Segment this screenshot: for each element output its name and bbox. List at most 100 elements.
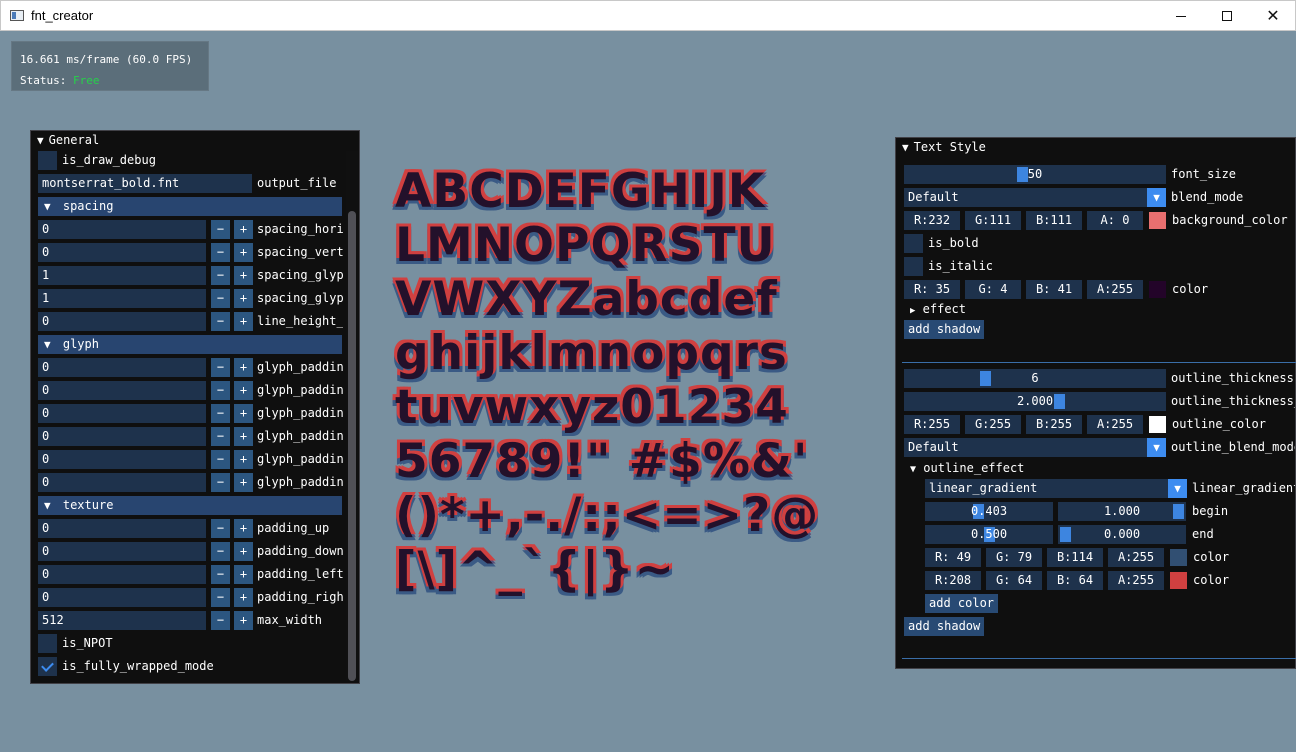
texture-increment-button[interactable]: + — [234, 611, 253, 630]
glyph-value-input[interactable]: 0 — [38, 358, 206, 377]
general-scrollbar[interactable] — [346, 151, 358, 681]
text-color-b-channel-input[interactable]: B: 41 — [1026, 280, 1082, 299]
texture-value-input[interactable]: 512 — [38, 611, 206, 630]
gradient-color-1-a-channel-input[interactable]: A:255 — [1108, 548, 1164, 567]
spacing-decrement-button[interactable]: − — [211, 312, 230, 331]
gradient-color-1-color-swatch[interactable] — [1170, 549, 1187, 566]
glyph-decrement-button[interactable]: − — [211, 358, 230, 377]
background-color-color-swatch[interactable] — [1149, 212, 1166, 229]
text-color-color-swatch[interactable] — [1149, 281, 1166, 298]
begin-y-slider[interactable]: 1.000 — [1058, 502, 1186, 521]
texture-value-input[interactable]: 0 — [38, 565, 206, 584]
glyph-increment-button[interactable]: + — [234, 450, 253, 469]
end-x-slider[interactable]: 0.500 — [925, 525, 1053, 544]
gradient-color-1-g-channel-input[interactable]: G: 79 — [986, 548, 1042, 567]
texture-value-input[interactable]: 0 — [38, 519, 206, 538]
background-color-b-channel-input[interactable]: B:111 — [1026, 211, 1082, 230]
general-header[interactable]: ▼ General — [31, 131, 359, 149]
spacing-increment-button[interactable]: + — [234, 312, 253, 331]
end-y-slider[interactable]: 0.000 — [1058, 525, 1186, 544]
background-color-g-channel-input[interactable]: G:111 — [965, 211, 1021, 230]
gradient-color-2-r-channel-input[interactable]: R:208 — [925, 571, 981, 590]
glyph-decrement-button[interactable]: − — [211, 381, 230, 400]
gradient-color-2-g-channel-input[interactable]: G: 64 — [986, 571, 1042, 590]
spacing-decrement-button[interactable]: − — [211, 266, 230, 285]
text-color-g-channel-input[interactable]: G: 4 — [965, 280, 1021, 299]
glyph-decrement-button[interactable]: − — [211, 404, 230, 423]
texture-section-header[interactable]: ▼ texture — [38, 496, 342, 515]
blend-mode-select[interactable]: Default ▼ — [904, 188, 1166, 207]
text-style-header[interactable]: ▼ Text Style — [896, 138, 1295, 156]
outline-effect-tree-node[interactable]: ▼ outline_effect — [910, 459, 1024, 478]
glyph-value-input[interactable]: 0 — [38, 473, 206, 492]
spacing-value-input[interactable]: 1 — [38, 289, 206, 308]
font-size-slider[interactable]: 50 — [904, 165, 1166, 184]
minimize-button[interactable] — [1158, 1, 1204, 31]
add-shadow-button-2[interactable]: add shadow — [904, 617, 985, 636]
spacing-value-input[interactable]: 1 — [38, 266, 206, 285]
text-color-a-channel-input[interactable]: A:255 — [1087, 280, 1143, 299]
glyph-increment-button[interactable]: + — [234, 381, 253, 400]
spacing-increment-button[interactable]: + — [234, 243, 253, 262]
texture-value-input[interactable]: 0 — [38, 542, 206, 561]
texture-value-input[interactable]: 0 — [38, 588, 206, 607]
is-fully-wrapped-mode-checkbox[interactable] — [38, 657, 57, 676]
glyph-decrement-button[interactable]: − — [211, 450, 230, 469]
glyph-increment-button[interactable]: + — [234, 358, 253, 377]
texture-decrement-button[interactable]: − — [211, 611, 230, 630]
glyph-value-input[interactable]: 0 — [38, 450, 206, 469]
texture-decrement-button[interactable]: − — [211, 519, 230, 538]
glyph-value-input[interactable]: 0 — [38, 404, 206, 423]
spacing-increment-button[interactable]: + — [234, 266, 253, 285]
glyph-increment-button[interactable]: + — [234, 427, 253, 446]
spacing-value-input[interactable]: 0 — [38, 243, 206, 262]
texture-increment-button[interactable]: + — [234, 588, 253, 607]
gradient-color-1-r-channel-input[interactable]: R: 49 — [925, 548, 981, 567]
texture-decrement-button[interactable]: − — [211, 542, 230, 561]
glyph-value-input[interactable]: 0 — [38, 381, 206, 400]
effect-tree-node[interactable]: ▶ effect — [910, 300, 966, 319]
spacing-increment-button[interactable]: + — [234, 289, 253, 308]
begin-x-slider[interactable]: 0.403 — [925, 502, 1053, 521]
texture-decrement-button[interactable]: − — [211, 588, 230, 607]
spacing-decrement-button[interactable]: − — [211, 220, 230, 239]
outline-effect-type-select[interactable]: linear_gradient ▼ — [925, 479, 1187, 498]
spacing-section-header[interactable]: ▼ spacing — [38, 197, 342, 216]
outline-blend-mode-select[interactable]: Default ▼ — [904, 438, 1166, 457]
outline-color-b-channel-input[interactable]: B:255 — [1026, 415, 1082, 434]
spacing-increment-button[interactable]: + — [234, 220, 253, 239]
is-draw-debug-checkbox[interactable] — [38, 151, 57, 170]
add-color-button[interactable]: add color — [925, 594, 999, 613]
add-shadow-button-1[interactable]: add shadow — [904, 320, 985, 339]
glyph-decrement-button[interactable]: − — [211, 473, 230, 492]
texture-decrement-button[interactable]: − — [211, 565, 230, 584]
spacing-decrement-button[interactable]: − — [211, 243, 230, 262]
glyph-section-header[interactable]: ▼ glyph — [38, 335, 342, 354]
texture-increment-button[interactable]: + — [234, 519, 253, 538]
glyph-increment-button[interactable]: + — [234, 404, 253, 423]
is-italic-checkbox[interactable] — [904, 257, 923, 276]
spacing-decrement-button[interactable]: − — [211, 289, 230, 308]
close-button[interactable]: ✕ — [1250, 1, 1296, 31]
output-file-input[interactable]: montserrat_bold.fnt — [38, 174, 252, 193]
gradient-color-2-a-channel-input[interactable]: A:255 — [1108, 571, 1164, 590]
gradient-color-1-b-channel-input[interactable]: B:114 — [1047, 548, 1103, 567]
glyph-increment-button[interactable]: + — [234, 473, 253, 492]
outline-color-g-channel-input[interactable]: G:255 — [965, 415, 1021, 434]
is-bold-checkbox[interactable] — [904, 234, 923, 253]
gradient-color-2-color-swatch[interactable] — [1170, 572, 1187, 589]
gradient-color-2-b-channel-input[interactable]: B: 64 — [1047, 571, 1103, 590]
spacing-value-input[interactable]: 0 — [38, 312, 206, 331]
background-color-r-channel-input[interactable]: R:232 — [904, 211, 960, 230]
outline-thickness-slider[interactable]: 6 — [904, 369, 1166, 388]
text-color-r-channel-input[interactable]: R: 35 — [904, 280, 960, 299]
outline-color-r-channel-input[interactable]: R:255 — [904, 415, 960, 434]
glyph-decrement-button[interactable]: − — [211, 427, 230, 446]
general-scrollbar-thumb[interactable] — [348, 211, 356, 681]
spacing-value-input[interactable]: 0 — [38, 220, 206, 239]
outline-color-color-swatch[interactable] — [1149, 416, 1166, 433]
outline-color-a-channel-input[interactable]: A:255 — [1087, 415, 1143, 434]
maximize-button[interactable] — [1204, 1, 1250, 31]
texture-increment-button[interactable]: + — [234, 542, 253, 561]
texture-increment-button[interactable]: + — [234, 565, 253, 584]
